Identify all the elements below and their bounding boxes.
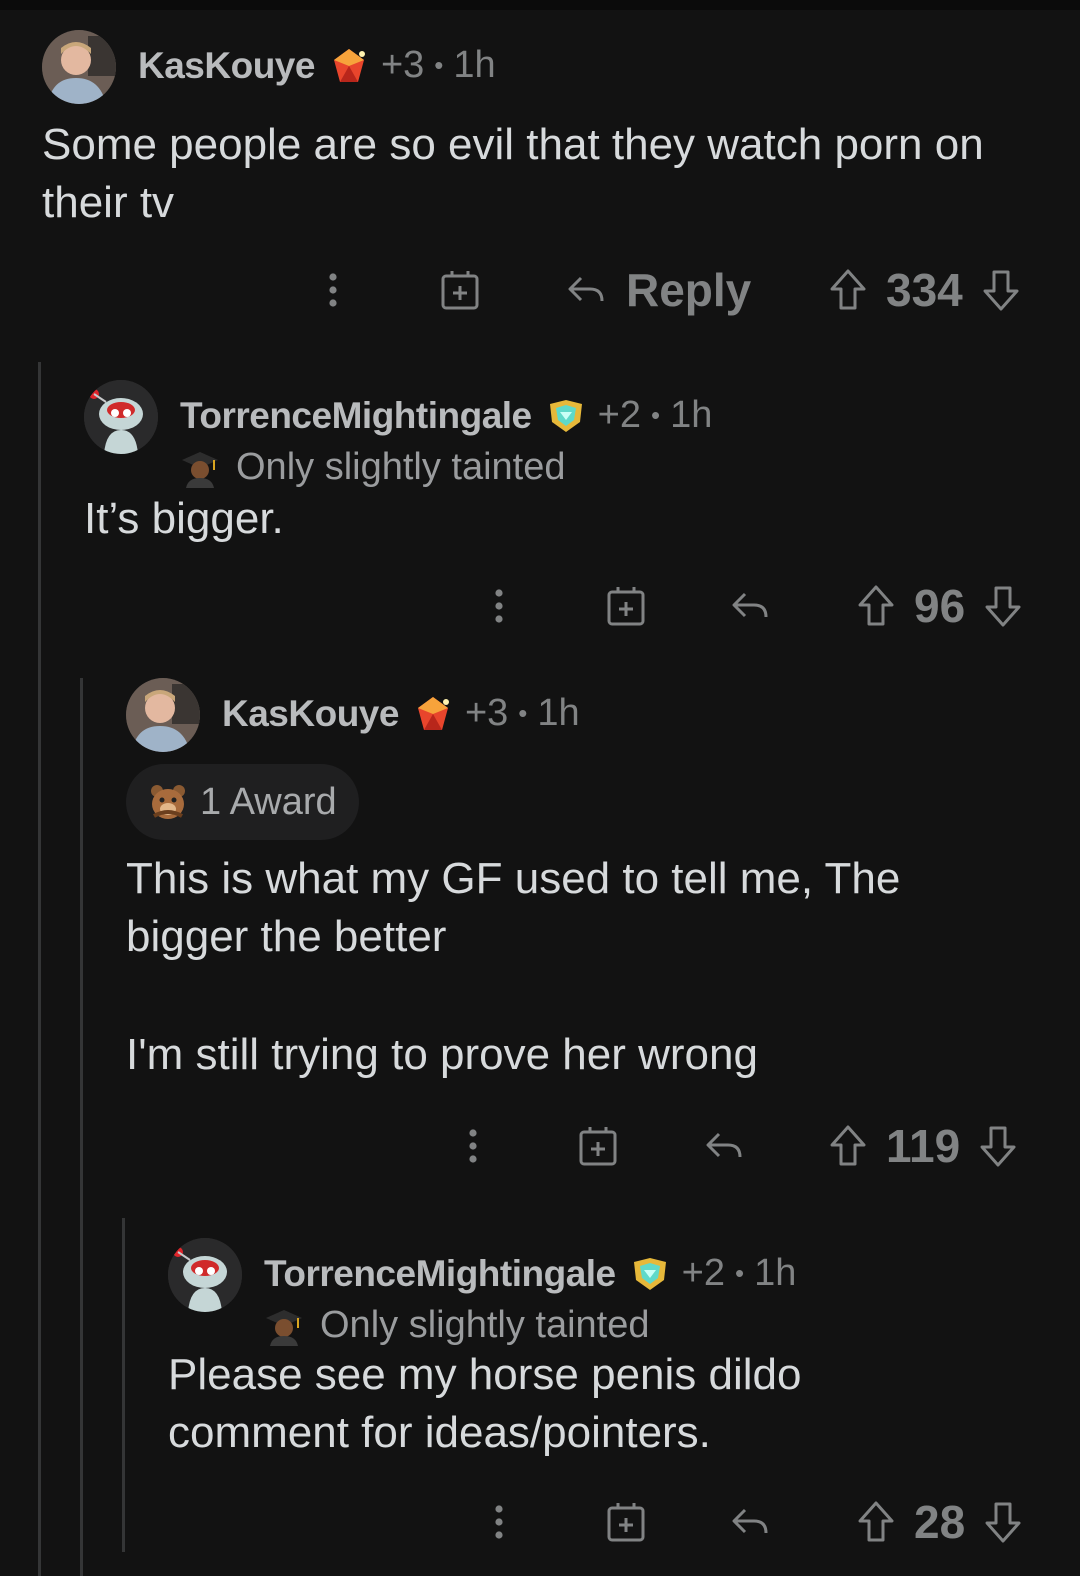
more-vertical-icon <box>495 1505 503 1539</box>
separator-dot: • <box>518 698 528 728</box>
comment-2: TorrenceMightingale +2 • 1h Only slightl… <box>84 380 1044 548</box>
reply-arrow-icon <box>732 1508 768 1534</box>
more-options-button[interactable] <box>484 576 514 636</box>
reply-arrow-icon <box>732 592 768 618</box>
upvote-icon[interactable] <box>828 260 868 320</box>
reply-button[interactable] <box>730 1492 770 1552</box>
comment-1-actions: Reply 334 <box>0 260 1080 320</box>
comment-body: It’s bigger. <box>84 494 284 543</box>
karma-badge: +3 <box>380 44 425 86</box>
graduate-emoji-icon <box>180 448 220 488</box>
more-options-button[interactable] <box>484 1492 514 1552</box>
ruby-gem-icon <box>413 694 453 734</box>
bear-award-icon <box>148 782 188 822</box>
give-award-button[interactable] <box>606 576 646 636</box>
avatar-torrencemightingale[interactable] <box>84 380 158 454</box>
username[interactable]: TorrenceMightingale <box>180 395 532 437</box>
avatar-kaskouye[interactable] <box>42 30 116 104</box>
username[interactable]: KasKouye <box>222 693 399 735</box>
reply-button[interactable] <box>730 576 770 636</box>
graduate-emoji-icon <box>264 1306 304 1346</box>
comment-meta: KasKouye +3 • 1h <box>138 44 496 87</box>
comment-header: TorrenceMightingale +2 • 1h Only slightl… <box>168 1238 1048 1346</box>
vote-score: 28 <box>914 1496 966 1548</box>
vote-score: 119 <box>886 1120 961 1172</box>
award-badge[interactable]: 1 Award <box>126 764 359 840</box>
award-count: 1 Award <box>200 780 337 823</box>
reply-button[interactable] <box>704 1116 744 1176</box>
upvote-icon[interactable] <box>856 1492 896 1552</box>
ruby-gem-icon <box>329 46 369 86</box>
comment-4-actions: 28 <box>0 1492 1080 1552</box>
user-flair: Only slightly tainted <box>180 446 566 489</box>
vote-score: 96 <box>914 580 966 632</box>
separator-dot: • <box>734 1258 745 1288</box>
karma-badge: +2 <box>681 1252 725 1294</box>
karma-badge: +3 <box>464 692 509 734</box>
separator-dot: • <box>434 50 444 80</box>
reply-arrow-icon <box>568 276 604 302</box>
more-options-button[interactable] <box>318 260 348 320</box>
vote-controls: 28 <box>856 1492 1023 1552</box>
comment-4: TorrenceMightingale +2 • 1h Only slightl… <box>168 1238 1048 1462</box>
downvote-icon[interactable] <box>981 260 1021 320</box>
vote-controls: 96 <box>856 576 1023 636</box>
give-award-button[interactable] <box>578 1116 618 1176</box>
comment-3-actions: 119 <box>0 1116 1080 1176</box>
user-flair-text: Only slightly tainted <box>236 446 566 488</box>
more-vertical-icon <box>469 1129 477 1163</box>
user-flair: Only slightly tainted <box>264 1304 650 1347</box>
timestamp: 1h <box>537 692 580 734</box>
karma-badge: +2 <box>597 394 641 436</box>
avatar-torrencemightingale[interactable] <box>168 1238 242 1312</box>
reply-label[interactable]: Reply <box>626 263 751 317</box>
upvote-icon[interactable] <box>856 576 896 636</box>
gift-icon <box>441 271 479 310</box>
vote-controls: 334 <box>828 260 1021 320</box>
timestamp: 1h <box>754 1252 797 1294</box>
comment-header: KasKouye +3 • 1h <box>126 678 1046 758</box>
timestamp: 1h <box>453 44 496 86</box>
comment-body-line-2: I'm still trying to prove her wrong <box>126 1030 758 1079</box>
downvote-icon[interactable] <box>983 576 1023 636</box>
give-award-button[interactable] <box>606 1492 646 1552</box>
downvote-icon[interactable] <box>978 1116 1018 1176</box>
user-flair-text: Only slightly tainted <box>320 1304 650 1346</box>
downvote-icon[interactable] <box>983 1492 1023 1552</box>
comment-2-actions: 96 <box>0 576 1080 636</box>
comment-header: TorrenceMightingale +2 • 1h Only slightl… <box>84 380 1044 488</box>
reply-button[interactable]: Reply <box>566 260 751 320</box>
timestamp: 1h <box>670 394 713 436</box>
comment-body: Please see my horse penis dildo comment … <box>168 1350 802 1457</box>
reply-arrow-icon <box>706 1132 742 1158</box>
vote-controls: 119 <box>828 1116 1018 1176</box>
comment-body: Some people are so evil that they watch … <box>42 120 984 227</box>
comment-header: KasKouye +3 • 1h <box>42 30 1062 110</box>
more-vertical-icon <box>329 273 337 307</box>
give-award-button[interactable] <box>440 260 480 320</box>
comment-meta: TorrenceMightingale +2 • 1h <box>180 394 712 437</box>
vote-score: 334 <box>886 264 963 316</box>
comment-3: KasKouye +3 • 1h 1 Award This is what my… <box>126 678 1046 1084</box>
more-options-button[interactable] <box>458 1116 488 1176</box>
upvote-icon[interactable] <box>828 1116 868 1176</box>
username[interactable]: TorrenceMightingale <box>264 1253 616 1295</box>
thread-line-1[interactable] <box>38 362 41 1576</box>
separator-dot: • <box>650 400 661 430</box>
more-vertical-icon <box>495 589 503 623</box>
gift-icon <box>607 587 645 626</box>
diamond-shield-icon <box>630 1254 670 1294</box>
comment-1: KasKouye +3 • 1h Some people are so evil… <box>42 30 1062 232</box>
top-bar <box>0 0 1080 10</box>
comment-body-line-1: This is what my GF used to tell me, The … <box>126 854 901 961</box>
gift-icon <box>607 1503 645 1542</box>
comment-meta: KasKouye +3 • 1h <box>222 692 580 735</box>
diamond-shield-icon <box>546 396 586 436</box>
gift-icon <box>579 1127 617 1166</box>
comment-meta: TorrenceMightingale +2 • 1h <box>264 1252 796 1295</box>
avatar-kaskouye[interactable] <box>126 678 200 752</box>
username[interactable]: KasKouye <box>138 45 315 87</box>
